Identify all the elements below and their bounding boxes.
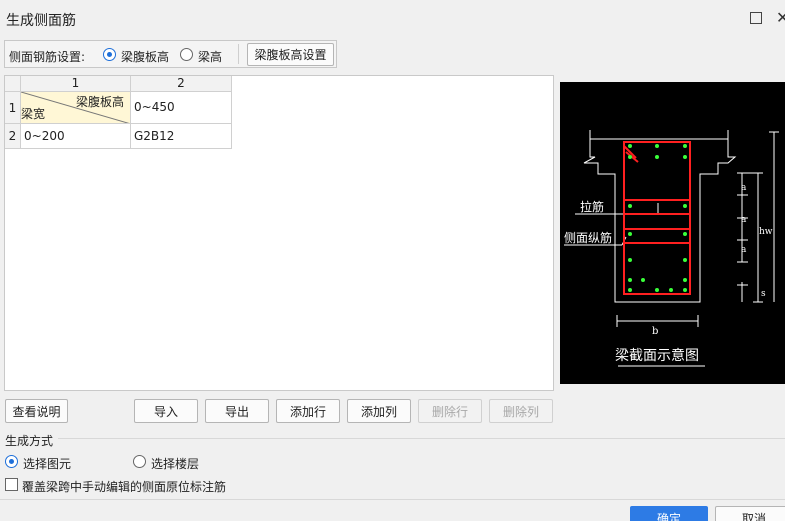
corner-bottom-label: 梁宽 — [21, 107, 46, 121]
dim-hw-label: hw — [759, 227, 773, 237]
web-height-settings-button[interactable]: 梁腹板高设置 — [247, 43, 334, 66]
maximize-icon[interactable] — [750, 12, 762, 24]
select-floor-label[interactable]: 选择楼层 — [151, 455, 199, 472]
grid-corner-cell[interactable]: 梁腹板高 梁宽 — [21, 92, 131, 124]
dim-s-label: s — [761, 289, 766, 299]
settings-divider — [238, 44, 239, 64]
grid-cell-beam-width[interactable]: 0~200 — [21, 124, 131, 149]
corner-top-label: 梁腹板高 — [75, 95, 124, 109]
beam-section-diagram: 拉筋 侧面纵筋 a a a hw s b 梁截面示意图 — [560, 82, 785, 384]
side-rebar-label: 侧面纵筋 — [564, 230, 612, 245]
add-row-button[interactable]: 添加行 — [276, 399, 340, 423]
dim-a-label: a — [741, 183, 747, 193]
ok-button[interactable]: 确定 — [630, 506, 708, 521]
dim-b-label: b — [652, 326, 658, 337]
grid-row-header[interactable]: 1 — [5, 92, 21, 124]
export-button[interactable]: 导出 — [205, 399, 269, 423]
add-col-button[interactable]: 添加列 — [347, 399, 411, 423]
web-height-radio[interactable] — [103, 48, 116, 61]
select-element-label[interactable]: 选择图元 — [23, 455, 71, 472]
close-icon[interactable]: ✕ — [776, 8, 785, 27]
grid-cell-web-height[interactable]: 0~450 — [131, 92, 232, 124]
select-element-radio[interactable] — [5, 455, 18, 468]
tie-bar-label: 拉筋 — [580, 199, 604, 214]
side-rebar-settings-bar: 侧面钢筋设置: 梁腹板高 梁高 梁腹板高设置 — [4, 40, 337, 68]
import-button[interactable]: 导入 — [134, 399, 198, 423]
grid-col-header[interactable]: 1 — [21, 76, 131, 92]
dim-a-label: a — [741, 245, 747, 255]
beam-height-radio[interactable] — [180, 48, 193, 61]
delete-col-button[interactable]: 删除列 — [489, 399, 553, 423]
beam-height-radio-label[interactable]: 梁高 — [198, 48, 222, 65]
grid-cell-rebar[interactable]: G2B12 — [131, 124, 232, 149]
override-checkbox-label[interactable]: 覆盖梁跨中手动编辑的侧面原位标注筋 — [22, 478, 226, 495]
select-floor-radio[interactable] — [133, 455, 146, 468]
delete-row-button[interactable]: 删除行 — [418, 399, 482, 423]
grid-row-header[interactable]: 2 — [5, 124, 21, 149]
grid-col-header[interactable]: 2 — [131, 76, 232, 92]
rebar-grid: 1 2 1 梁腹板高 梁宽 0~450 2 0~200 G2B12 — [4, 75, 554, 391]
override-checkbox[interactable] — [5, 478, 18, 491]
web-height-radio-label[interactable]: 梁腹板高 — [121, 48, 169, 65]
dim-a-label: a — [741, 215, 747, 225]
title-bar: 生成侧面筋 ✕ — [0, 0, 785, 36]
side-rebar-settings-label: 侧面钢筋设置: — [9, 50, 86, 64]
cancel-button[interactable]: 取消 — [715, 506, 785, 521]
beam-section-drawing: 拉筋 侧面纵筋 a a a hw s b 梁截面示意图 — [564, 130, 779, 367]
footer-divider — [0, 499, 785, 500]
help-button[interactable]: 查看说明 — [5, 399, 68, 423]
diagram-caption: 梁截面示意图 — [615, 347, 699, 364]
dialog-title: 生成侧面筋 — [6, 13, 76, 29]
grid-corner-header — [5, 76, 21, 92]
generate-method-label: 生成方式 — [5, 434, 54, 448]
section-divider — [58, 438, 785, 439]
